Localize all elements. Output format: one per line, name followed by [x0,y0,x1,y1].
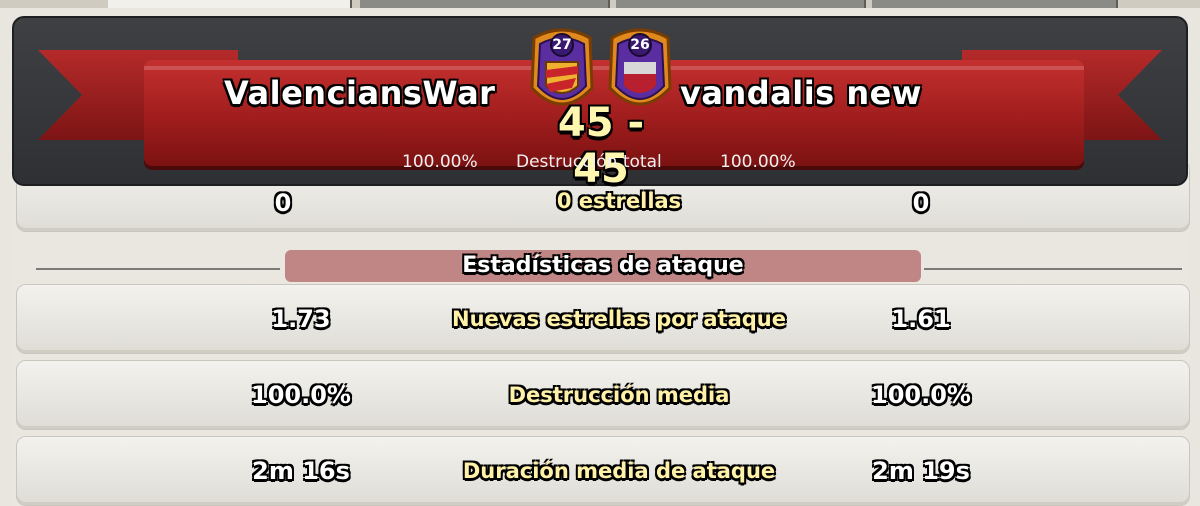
stat-right-value: 1.61 [891,305,951,333]
tab-4[interactable] [872,0,1118,8]
stat-left-value: 2m 16s [252,457,350,485]
right-total-destruction: 100.00% [720,152,796,172]
stat-right-value: 2m 19s [872,457,970,485]
stars-left-value: 0 [274,189,292,217]
section-divider-right [924,268,1182,270]
right-clan-level: 26 [630,37,650,53]
total-destruction-label: Destrucción total [516,152,662,172]
attack-stats-title: Estadísticas de ataque [285,250,921,282]
tab-2[interactable] [360,0,610,8]
stat-left-value: 1.73 [271,305,331,333]
left-total-destruction: 100.00% [402,152,478,172]
section-divider-left [36,268,280,270]
left-clan-level: 27 [552,37,572,53]
stat-label: Nuevas estrellas por ataque [452,307,786,331]
stat-row: 1.73 Nuevas estrellas por ataque 1.61 [16,284,1190,354]
stars-right-value: 0 [912,189,930,217]
right-clan-name[interactable]: vandalis new [680,74,922,112]
left-clan-name[interactable]: ValenciansWar [224,74,495,112]
stars-label: 0 estrellas [556,189,682,213]
tab-strip [0,0,1200,8]
stat-left-value: 100.0% [251,381,351,409]
stat-label: Duración media de ataque [462,459,776,483]
war-score: 45 - 45 [557,100,645,192]
stat-row: 2m 16s Duración media de ataque 2m 19s [16,436,1190,506]
stat-row: 100.0% Destrucción media 100.0% [16,360,1190,430]
tab-3[interactable] [616,0,866,8]
stat-right-value: 100.0% [871,381,971,409]
tab-1[interactable] [108,0,352,8]
stat-label: Destrucción media [508,383,730,407]
